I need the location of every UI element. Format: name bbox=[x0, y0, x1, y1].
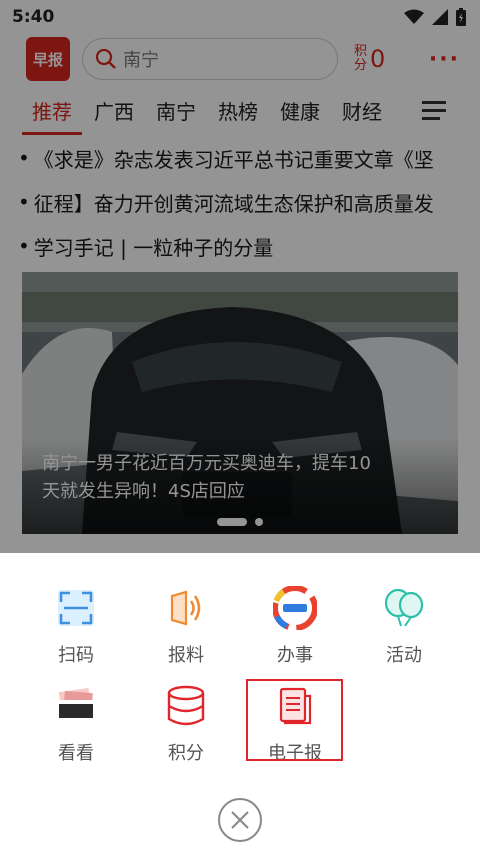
scan-item[interactable]: 扫码 bbox=[28, 585, 124, 671]
activity-label: 活动 bbox=[386, 645, 422, 666]
balloon-icon bbox=[381, 585, 427, 631]
scan-label: 扫码 bbox=[58, 645, 94, 666]
points-database-icon bbox=[163, 683, 209, 729]
report-label: 报料 bbox=[168, 645, 204, 666]
service-logo-icon bbox=[272, 585, 318, 631]
service-item[interactable]: 办事 bbox=[247, 585, 343, 671]
watch-item[interactable]: 看看 bbox=[28, 683, 124, 769]
points-item[interactable]: 积分 bbox=[138, 683, 234, 769]
selection-highlight-box bbox=[246, 679, 343, 761]
report-icon bbox=[163, 585, 209, 631]
watch-icon bbox=[53, 683, 99, 729]
close-button[interactable] bbox=[218, 798, 262, 842]
bottom-sheet: 扫码 报料 办事 活动 看看 积分 电子报 bbox=[0, 553, 480, 853]
activity-item[interactable]: 活动 bbox=[356, 585, 452, 671]
watch-label: 看看 bbox=[58, 743, 94, 764]
scan-icon bbox=[53, 585, 99, 631]
close-icon bbox=[231, 811, 249, 829]
service-label: 办事 bbox=[277, 645, 313, 666]
dim-overlay[interactable] bbox=[0, 0, 480, 553]
report-item[interactable]: 报料 bbox=[138, 585, 234, 671]
points-label-item: 积分 bbox=[168, 743, 204, 764]
